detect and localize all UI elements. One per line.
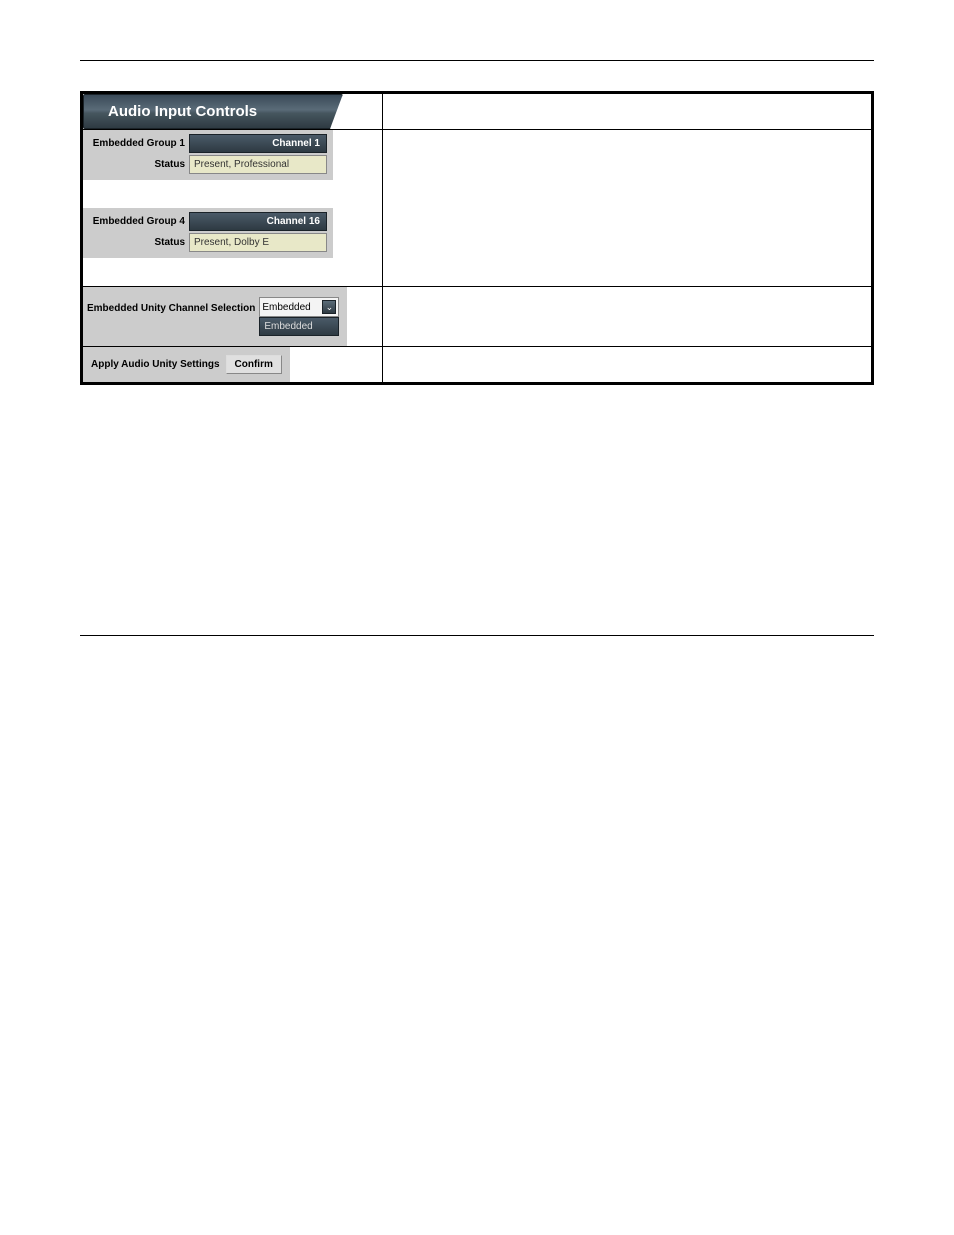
status-1-label: Status [89,159,189,170]
unity-selection-cell: Embedded Unity Channel Selection Embedde… [82,287,383,347]
chevron-down-icon: ⌄ [322,300,336,314]
page-divider-bottom [80,635,874,636]
channel-16-indicator: Channel 16 [189,212,327,231]
apply-unity-panel: Apply Audio Unity Settings Confirm [83,347,290,382]
status-1-value: Present, Professional [189,155,327,174]
confirm-button[interactable]: Confirm [226,355,282,374]
group-4-label: Embedded Group 4 [89,216,189,227]
unity-selection-label: Embedded Unity Channel Selection [87,297,255,314]
unity-channel-dropdown[interactable]: Embedded ⌄ [259,297,339,317]
status-groups-cell: Embedded Group 1 Channel 1 Status Presen… [82,130,383,287]
apply-unity-label: Apply Audio Unity Settings [91,359,220,370]
tab-title: Audio Input Controls [108,103,257,120]
group-1-label: Embedded Group 1 [89,138,189,149]
status-desc-cell [382,130,872,287]
unity-desc-cell [382,287,872,347]
embedded-group-4: Embedded Group 4 Channel 16 Status Prese… [83,208,333,258]
dropdown-option-embedded[interactable]: Embedded [259,317,339,336]
dropdown-selected-text: Embedded [262,302,310,313]
apply-unity-cell: Apply Audio Unity Settings Confirm [82,347,383,384]
controls-table: Audio Input Controls Embedded Group 1 Ch… [80,91,874,385]
embedded-group-1: Embedded Group 1 Channel 1 Status Presen… [83,130,333,180]
page-divider-top [80,60,874,61]
apply-desc-cell [382,347,872,384]
header-cell: Audio Input Controls [82,93,383,130]
status-4-value: Present, Dolby E [189,233,327,252]
status-4-label: Status [89,237,189,248]
header-desc-cell [382,93,872,130]
channel-1-indicator: Channel 1 [189,134,327,153]
audio-input-controls-tab[interactable]: Audio Input Controls [83,94,343,129]
unity-selection-panel: Embedded Unity Channel Selection Embedde… [83,287,347,346]
